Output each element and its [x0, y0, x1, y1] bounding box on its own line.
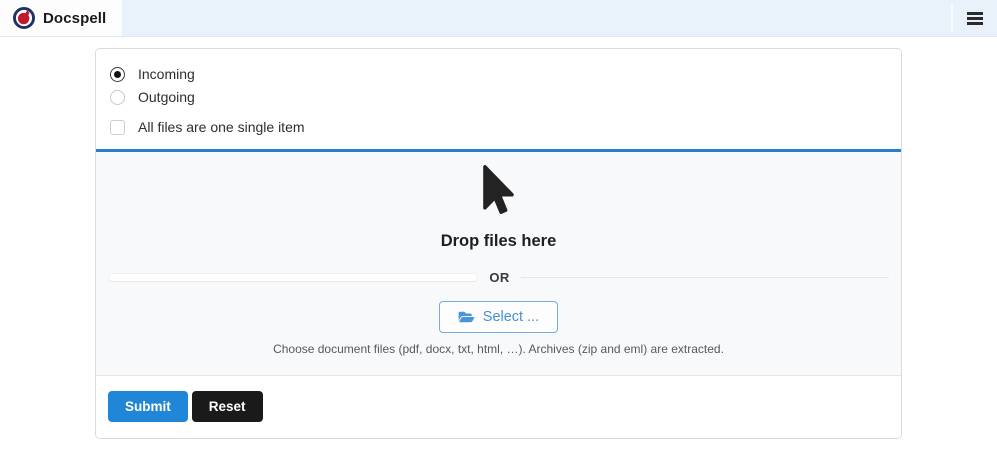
radio-outgoing[interactable]: Outgoing [110, 89, 887, 105]
card-actions: Submit Reset [96, 376, 901, 438]
mouse-pointer-icon [483, 165, 514, 219]
or-divider: OR [108, 270, 889, 285]
reset-button[interactable]: Reset [192, 391, 263, 422]
radio-outgoing-control[interactable] [110, 90, 125, 105]
app-title: Docspell [43, 10, 106, 27]
hamburger-icon [967, 17, 983, 20]
radio-incoming-label: Incoming [138, 66, 195, 82]
radio-outgoing-label: Outgoing [138, 89, 195, 105]
select-files-button-label: Select ... [483, 309, 539, 325]
hamburger-menu-button[interactable] [953, 0, 997, 36]
single-item-checkbox-label: All files are one single item [138, 119, 305, 135]
upload-card: Incoming Outgoing All files are one sing… [95, 48, 902, 439]
upload-page: Incoming Outgoing All files are one sing… [0, 48, 997, 439]
file-types-hint: Choose document files (pdf, docx, txt, h… [108, 342, 889, 356]
dropzone-title: Drop files here [108, 232, 889, 251]
file-dropzone[interactable]: Drop files here OR Select ... Choose doc… [96, 152, 901, 376]
top-navbar: Docspell [0, 0, 997, 37]
single-item-checkbox[interactable] [110, 120, 125, 135]
hamburger-icon [967, 12, 983, 15]
radio-incoming[interactable]: Incoming [110, 66, 887, 82]
or-divider-label: OR [489, 270, 509, 285]
single-item-checkbox-row[interactable]: All files are one single item [110, 119, 887, 135]
or-divider-line [521, 277, 889, 278]
upload-progress-bar [108, 273, 478, 282]
upload-options-section: Incoming Outgoing All files are one sing… [96, 49, 901, 152]
select-files-button[interactable]: Select ... [439, 301, 558, 333]
hamburger-icon [967, 22, 983, 25]
submit-button[interactable]: Submit [108, 391, 188, 422]
radio-incoming-control[interactable] [110, 67, 125, 82]
folder-open-icon [458, 310, 475, 324]
app-logo-home-link[interactable]: Docspell [0, 0, 122, 36]
navbar-spacer [122, 0, 951, 36]
docspell-logo-icon [13, 7, 35, 29]
